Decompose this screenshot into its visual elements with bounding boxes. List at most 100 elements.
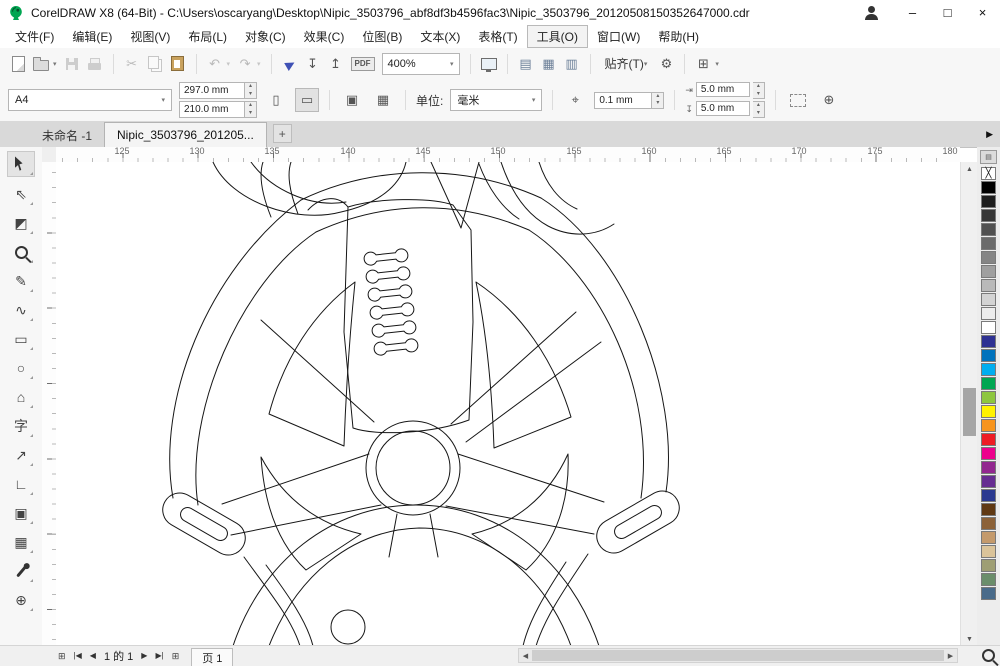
zoom-tool[interactable] [8,240,34,264]
page-tab[interactable]: 页 1 [191,648,233,666]
next-page-button[interactable]: ▶ [141,652,147,660]
color-swatch[interactable] [981,503,996,516]
menu-edit[interactable]: 编辑(E) [63,26,121,47]
sign-in-icon[interactable] [863,5,881,21]
last-page-button[interactable]: ▶| [155,652,163,660]
menu-object[interactable]: 对象(C) [236,26,295,47]
color-swatch[interactable] [981,195,996,208]
mesh-fill-tool[interactable]: ▦ [8,530,34,554]
color-swatch[interactable] [981,531,996,544]
options-button[interactable]: ⚙ [658,54,674,74]
menu-view[interactable]: 视图(V) [121,26,179,47]
color-swatch[interactable] [981,573,996,586]
color-swatch[interactable] [981,251,996,264]
open-dropdown-icon[interactable]: ▾ [53,60,57,68]
drop-shadow-tool[interactable]: ▣ [8,501,34,525]
duplicate-y-stepper[interactable]: ▴ ▾ [753,101,765,118]
fullscreen-preview-button[interactable] [481,54,497,74]
color-swatch[interactable] [981,377,996,390]
quick-zoom-icon[interactable] [982,649,995,662]
scroll-down-icon[interactable]: ▼ [961,632,978,646]
color-swatch[interactable] [981,405,996,418]
color-swatch[interactable] [981,545,996,558]
polygon-tool[interactable]: ⌂ [8,385,34,409]
duplicate-y-input[interactable]: 5.0 mm [696,101,750,116]
redo-dropdown-icon[interactable]: ▾ [257,60,261,68]
show-guidelines-button[interactable]: ▥ [564,54,580,74]
color-swatch[interactable] [981,307,996,320]
color-swatch[interactable]: ╳ [981,167,996,180]
pick-tool[interactable] [7,151,35,177]
menu-help[interactable]: 帮助(H) [649,26,708,47]
crop-tool[interactable]: ◩ [8,211,34,235]
menu-tools[interactable]: 工具(O) [527,25,588,48]
artistic-media-tool[interactable]: ∿ [8,298,34,322]
dimension-tool[interactable]: ↗ [8,443,34,467]
page-size-combo[interactable]: A4 ▾ [8,89,172,111]
undo-dropdown-icon[interactable]: ▾ [227,60,231,68]
freehand-tool[interactable]: ✎ [8,269,34,293]
quick-customize-button[interactable]: ⊕ [817,88,841,112]
first-page-button[interactable]: |◀ [74,652,82,660]
color-swatch[interactable] [981,559,996,572]
application-launcher-button[interactable]: ⊞ [695,54,711,74]
menu-layout[interactable]: 布局(L) [179,26,236,47]
stepper-up-icon[interactable]: ▴ [753,102,764,110]
menu-effects[interactable]: 效果(C) [295,26,354,47]
connector-tool[interactable]: ∟ [8,472,34,496]
zoom-level-combo[interactable]: 400% ▾ [382,53,460,75]
menu-window[interactable]: 窗口(W) [588,26,649,47]
portrait-button[interactable]: ▯ [264,88,288,112]
nudge-stepper[interactable]: ▴ ▾ [652,92,664,109]
color-swatch[interactable] [981,321,996,334]
stepper-up-icon[interactable]: ▴ [245,83,256,91]
current-page-button[interactable]: ▦ [371,88,395,112]
tab-nipic-document[interactable]: Nipic_3503796_201205... [104,122,267,147]
stepper-down-icon[interactable]: ▾ [753,91,764,99]
redo-button[interactable]: ↷ [237,54,253,74]
page-height-stepper[interactable]: ▴ ▾ [245,101,257,118]
copy-button[interactable] [147,54,163,74]
color-swatch[interactable] [981,489,996,502]
ellipse-tool[interactable]: ○ [8,356,34,380]
show-grid-button[interactable]: ▦ [541,54,557,74]
print-button[interactable] [87,54,103,74]
color-swatch[interactable] [981,335,996,348]
rectangle-tool[interactable]: ▭ [8,327,34,351]
search-content-button[interactable]: ▶ [278,51,302,76]
stepper-up-icon[interactable]: ▴ [245,102,256,110]
page-width-stepper[interactable]: ▴ ▾ [245,82,257,99]
launcher-dropdown-icon[interactable]: ▾ [715,60,719,68]
scroll-left-icon[interactable]: ◀ [519,652,532,660]
tab-scroll-right-icon[interactable]: ▶ [986,129,993,140]
flip-page-left-icon[interactable]: ⊞ [58,652,66,661]
color-swatch[interactable] [981,475,996,488]
save-button[interactable] [64,54,80,74]
page-width-input[interactable]: 297.0 mm [179,82,245,99]
landscape-button[interactable]: ▭ [295,88,319,112]
scroll-up-icon[interactable]: ▲ [961,162,978,176]
menu-file[interactable]: 文件(F) [6,26,63,47]
stepper-down-icon[interactable]: ▾ [245,91,256,99]
new-document-button[interactable] [10,54,26,74]
color-swatch[interactable] [981,461,996,474]
menu-table[interactable]: 表格(T) [469,26,526,47]
units-combo[interactable]: 毫米 ▾ [450,89,542,111]
color-swatch[interactable] [981,587,996,600]
nudge-offset-input[interactable]: 0.1 mm [594,92,652,109]
eyedropper-tool[interactable] [8,559,34,583]
treat-as-filled-button[interactable] [786,88,810,112]
color-swatch[interactable] [981,447,996,460]
menu-bitmaps[interactable]: 位图(B) [353,26,411,47]
vertical-scrollbar[interactable]: ▲ ▼ [960,162,978,646]
cut-button[interactable]: ✂ [124,54,140,74]
color-swatch[interactable] [981,349,996,362]
color-swatch[interactable] [981,293,996,306]
palette-menu-icon[interactable]: ▤ [980,150,997,164]
stepper-down-icon[interactable]: ▾ [652,100,663,108]
tab-untitled[interactable]: 未命名 -1 [30,123,104,147]
color-swatch[interactable] [981,181,996,194]
duplicate-x-input[interactable]: 5.0 mm [696,82,750,97]
color-swatch[interactable] [981,279,996,292]
horizontal-ruler[interactable]: 125 130 135 140 145 150 155 160 165 170 … [56,147,960,163]
